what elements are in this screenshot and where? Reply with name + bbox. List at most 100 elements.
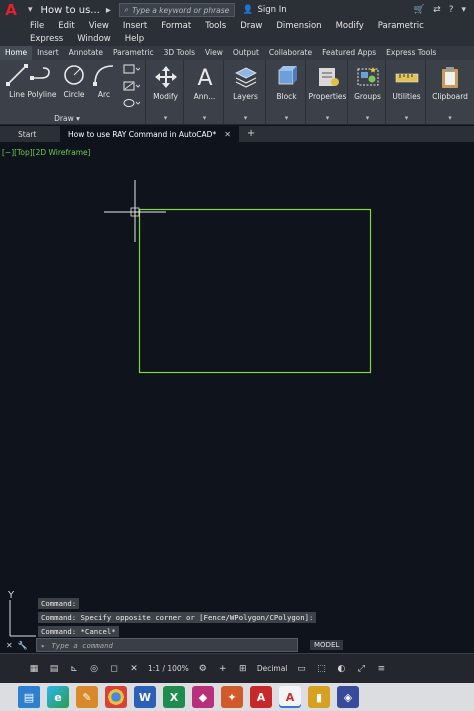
properties-panel-button[interactable]: Properties ▾ [308, 60, 348, 125]
document-tabs: Start How to use RAY Command in AutoCAD*… [0, 126, 474, 142]
model-tab[interactable]: MODEL [310, 640, 344, 650]
workspace-icon[interactable]: ⊞ [237, 663, 249, 675]
word-app-icon[interactable]: W [134, 686, 156, 708]
help-icon[interactable]: ? [449, 5, 454, 15]
share-icon[interactable]: ⇄ [433, 5, 441, 15]
menu-window[interactable]: Window [77, 33, 111, 46]
ribbon-panel: Line Polyline Circle Arc Draw ▾ Modify ▾… [0, 60, 474, 125]
menu-format[interactable]: Format [161, 20, 191, 33]
ortho-icon[interactable]: ⊾ [68, 663, 80, 675]
tab-3d-tools[interactable]: 3D Tools [159, 46, 200, 60]
tab-insert[interactable]: Insert [32, 46, 64, 60]
file-explorer-icon[interactable]: ▤ [18, 686, 40, 708]
drawn-rectangle[interactable] [138, 208, 372, 374]
fullscreen-icon[interactable]: ⤢ [355, 663, 367, 675]
tab-parametric[interactable]: Parametric [108, 46, 159, 60]
line-tool-label: Line [9, 90, 25, 99]
drawing-canvas[interactable]: Y [0, 142, 474, 638]
doc-tab-active[interactable]: How to use RAY Command in AutoCAD* ✕ [60, 126, 239, 142]
quick-properties-icon[interactable]: ▭ [295, 663, 307, 675]
cart-icon[interactable]: 🛒 [414, 5, 425, 15]
ellipse-icon[interactable] [122, 98, 140, 108]
tab-express-tools[interactable]: Express Tools [381, 46, 441, 60]
clipboard-panel-button[interactable]: Clipboard ▾ [428, 60, 472, 125]
edge-browser-icon[interactable]: e [47, 686, 69, 708]
customize-command-icon[interactable]: 🔧 [18, 641, 28, 650]
close-command-line-icon[interactable]: ✕ [6, 641, 13, 650]
menu-modify[interactable]: Modify [336, 20, 364, 33]
tab-annotate[interactable]: Annotate [64, 46, 108, 60]
grid-icon[interactable]: ▦ [28, 663, 40, 675]
paint-app-icon[interactable]: ✎ [76, 686, 98, 708]
hatch-icon[interactable] [122, 81, 140, 91]
object-snap-icon[interactable]: ◻ [108, 663, 120, 675]
utilities-panel-button[interactable]: Utilities ▾ [388, 60, 426, 125]
quick-access-menu-icon[interactable]: ▾ [28, 5, 33, 15]
arc-tool[interactable]: Arc [87, 62, 121, 99]
polar-icon[interactable]: ◎ [88, 663, 100, 675]
snap-icon[interactable]: ▤ [48, 663, 60, 675]
autocad-logo-icon[interactable]: A [0, 0, 22, 20]
tab-output[interactable]: Output [228, 46, 264, 60]
ucs-y-label: Y [7, 590, 15, 601]
utilities-chevron-icon: ▾ [404, 114, 409, 122]
tab-view[interactable]: View [200, 46, 228, 60]
circle-icon [64, 65, 84, 85]
menu-express[interactable]: Express [30, 33, 63, 46]
new-tab-icon[interactable]: + [239, 126, 263, 142]
groups-panel-button[interactable]: Groups ▾ [350, 60, 386, 125]
help-dropdown-icon[interactable]: ▾ [461, 5, 466, 15]
lock-ui-icon[interactable]: ⬚ [315, 663, 327, 675]
vpn-app-icon[interactable]: ◈ [337, 686, 359, 708]
menu-insert[interactable]: Insert [123, 20, 147, 33]
menu-help[interactable]: Help [125, 33, 144, 46]
polyline-tool[interactable]: Polyline [24, 62, 60, 99]
block-panel-button[interactable]: Block ▾ [268, 60, 306, 125]
customize-menu-icon[interactable]: ≡ [375, 663, 387, 675]
move-icon [154, 66, 177, 88]
excel-app-icon[interactable]: X [163, 686, 185, 708]
tab-collaborate[interactable]: Collaborate [264, 46, 317, 60]
title-overflow-icon[interactable]: ▸ [106, 5, 111, 16]
title-bar: A ▾ How to us... ▸ ⌕ Type a keyword or p… [0, 0, 474, 20]
command-history-line: Command: *Cancel* [38, 626, 119, 637]
doc-tab-start[interactable]: Start [0, 126, 60, 142]
design-app-icon[interactable]: ✦ [221, 686, 243, 708]
viewport-controls-label[interactable]: [−][Top][2D Wireframe] [2, 148, 91, 157]
acrobat-app-icon[interactable]: A [250, 686, 272, 708]
folder-app-icon[interactable]: ▮ [308, 686, 330, 708]
tab-featured-apps[interactable]: Featured Apps [317, 46, 381, 60]
close-tab-icon[interactable]: ✕ [224, 130, 231, 139]
autocad-taskbar-icon[interactable]: A [279, 686, 301, 708]
groups-label: Groups [354, 92, 381, 101]
menu-view[interactable]: View [89, 20, 109, 33]
search-input[interactable]: ⌕ Type a keyword or phrase [118, 3, 235, 17]
annotation-scale-icon[interactable]: ✕ [128, 663, 140, 675]
annotation-label: Ann... [193, 92, 216, 101]
menu-edit[interactable]: Edit [58, 20, 74, 33]
menu-dimension[interactable]: Dimension [276, 20, 321, 33]
sign-in-button[interactable]: 👤 Sign In [243, 5, 287, 15]
settings-gear-icon[interactable]: ⚙ [197, 663, 209, 675]
command-input[interactable]: ▸ Type a command [36, 638, 298, 652]
menu-parametric[interactable]: Parametric [378, 20, 424, 33]
command-history: Command: Command: Specify opposite corne… [38, 598, 317, 637]
annotation-panel-button[interactable]: A Ann... ▾ [186, 60, 224, 125]
layers-label: Layers [233, 92, 258, 101]
add-icon[interactable]: + [217, 663, 229, 675]
layers-panel-button[interactable]: Layers ▾ [226, 60, 266, 125]
chrome-browser-icon[interactable] [105, 686, 127, 708]
menu-tools[interactable]: Tools [205, 20, 226, 33]
circle-tool[interactable]: Circle [57, 62, 91, 99]
menu-file[interactable]: File [30, 20, 44, 33]
menu-draw[interactable]: Draw [240, 20, 262, 33]
rectangle-icon[interactable] [122, 64, 140, 74]
command-line-tools: ✕ 🔧 [0, 641, 36, 650]
modify-panel-button[interactable]: Modify ▾ [148, 60, 184, 125]
draw-group-label[interactable]: Draw ▾ [0, 114, 134, 123]
isolate-icon[interactable]: ◐ [335, 663, 347, 675]
media-app-icon[interactable]: ◆ [192, 686, 214, 708]
tab-home[interactable]: Home [0, 46, 33, 60]
scale-readout[interactable]: 1:1 / 100% [148, 664, 189, 673]
units-readout[interactable]: Decimal [257, 664, 288, 673]
